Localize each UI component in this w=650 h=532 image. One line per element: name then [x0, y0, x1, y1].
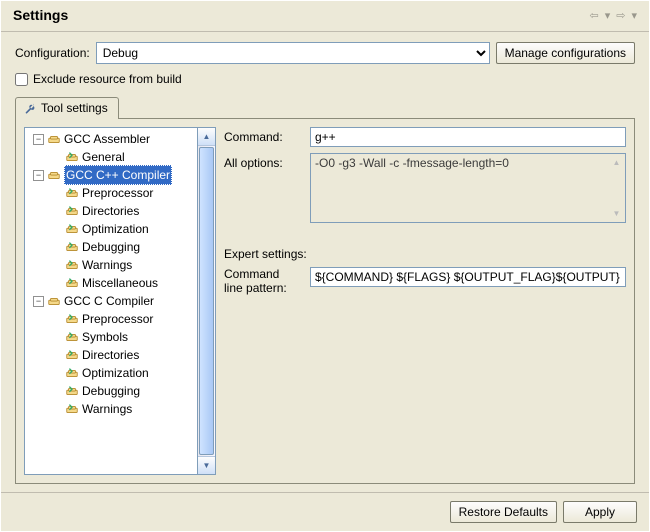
tree-item-label: General	[82, 148, 125, 166]
exclude-row: Exclude resource from build	[15, 72, 635, 86]
tool-tree[interactable]: −GCC AssemblerGeneral−GCC C++ CompilerPr…	[24, 127, 198, 475]
category-icon	[65, 384, 82, 398]
configuration-select[interactable]: Debug	[96, 42, 490, 64]
pattern-row: Command line pattern:	[224, 267, 626, 295]
category-icon	[65, 222, 82, 236]
tree-item[interactable]: Preprocessor	[25, 310, 197, 328]
tab-bar: Tool settings	[15, 96, 635, 118]
tree-item-label: Miscellaneous	[82, 274, 158, 292]
tree-item[interactable]: Preprocessor	[25, 184, 197, 202]
wrench-icon	[22, 101, 36, 115]
tree-item-label: Preprocessor	[82, 184, 153, 202]
exclude-label: Exclude resource from build	[33, 72, 182, 86]
tree-item[interactable]: Optimization	[25, 220, 197, 238]
tree-item[interactable]: General	[25, 148, 197, 166]
all-options-scrollbar: ▲ ▼	[608, 154, 625, 222]
all-options-box: -O0 -g3 -Wall -c -fmessage-length=0 ▲ ▼	[310, 153, 626, 223]
expert-settings-label: Expert settings:	[224, 247, 626, 261]
scroll-down-icon[interactable]: ▼	[198, 456, 215, 474]
tree-item-label: Warnings	[82, 256, 132, 274]
command-input[interactable]	[310, 127, 626, 147]
tree-item-label: GCC C++ Compiler	[64, 165, 172, 185]
editor-column: Command: All options: -O0 -g3 -Wall -c -…	[224, 127, 626, 475]
settings-window: Settings ⇦▾ ⇨▾ Configuration: Debug Mana…	[0, 0, 650, 532]
tree-item[interactable]: Miscellaneous	[25, 274, 197, 292]
category-icon	[65, 330, 82, 344]
footer: Restore Defaults Apply	[1, 492, 649, 531]
apply-button[interactable]: Apply	[563, 501, 637, 523]
tree-item-label: Preprocessor	[82, 310, 153, 328]
tree-item[interactable]: Debugging	[25, 238, 197, 256]
tree-item-label: Debugging	[82, 382, 140, 400]
forward-icon[interactable]: ⇨	[616, 9, 625, 22]
category-icon	[65, 276, 82, 290]
manage-configurations-button[interactable]: Manage configurations	[496, 42, 635, 64]
tree-item-label: Optimization	[82, 220, 149, 238]
all-options-label: All options:	[224, 153, 304, 170]
command-row: Command:	[224, 127, 626, 147]
tree-item[interactable]: − GCC C++ Compiler	[25, 166, 197, 184]
category-icon	[65, 150, 82, 164]
all-options-value: -O0 -g3 -Wall -c -fmessage-length=0	[315, 156, 509, 170]
category-icon	[65, 348, 82, 362]
scroll-thumb[interactable]	[199, 147, 214, 455]
collapse-icon[interactable]: −	[33, 296, 44, 307]
tree-item[interactable]: Warnings	[25, 400, 197, 418]
tree-item[interactable]: Warnings	[25, 256, 197, 274]
tree-item[interactable]: Debugging	[25, 382, 197, 400]
tool-icon	[47, 132, 64, 146]
collapse-icon[interactable]: −	[33, 134, 44, 145]
scroll-up-icon[interactable]: ▲	[198, 128, 215, 146]
scroll-down-icon: ▼	[608, 205, 625, 222]
tab-label: Tool settings	[41, 101, 108, 115]
command-label: Command:	[224, 127, 304, 144]
tree-item[interactable]: Directories	[25, 202, 197, 220]
category-icon	[65, 402, 82, 416]
tree-item-label: Symbols	[82, 328, 128, 346]
nav-arrows: ⇦▾ ⇨▾	[590, 9, 638, 22]
tree-item[interactable]: − GCC Assembler	[25, 130, 197, 148]
tree-item-label: GCC C Compiler	[64, 292, 154, 310]
content: Configuration: Debug Manage configuratio…	[1, 32, 649, 492]
tree-item-label: Optimization	[82, 364, 149, 382]
scroll-up-icon: ▲	[608, 154, 625, 171]
tree-item[interactable]: Optimization	[25, 364, 197, 382]
tree-column: −GCC AssemblerGeneral−GCC C++ CompilerPr…	[24, 127, 216, 475]
tool-settings-panel: −GCC AssemblerGeneral−GCC C++ CompilerPr…	[15, 118, 635, 484]
tree-item[interactable]: Directories	[25, 346, 197, 364]
configuration-label: Configuration:	[15, 46, 90, 60]
tree-scrollbar[interactable]: ▲ ▼	[198, 127, 216, 475]
tree-item-label: Warnings	[82, 400, 132, 418]
category-icon	[65, 366, 82, 380]
tab-tool-settings[interactable]: Tool settings	[15, 97, 119, 119]
category-icon	[65, 240, 82, 254]
tree-item[interactable]: Symbols	[25, 328, 197, 346]
collapse-icon[interactable]: −	[33, 170, 44, 181]
tree-item[interactable]: − GCC C Compiler	[25, 292, 197, 310]
tool-icon	[47, 168, 64, 182]
page-title: Settings	[13, 7, 590, 23]
tree-item-label: Debugging	[82, 238, 140, 256]
tool-icon	[47, 294, 64, 308]
configuration-row: Configuration: Debug Manage configuratio…	[15, 42, 635, 64]
pattern-input[interactable]	[310, 267, 626, 287]
titlebar: Settings ⇦▾ ⇨▾	[1, 1, 649, 29]
category-icon	[65, 204, 82, 218]
category-icon	[65, 312, 82, 326]
tree-item-label: GCC Assembler	[64, 130, 150, 148]
restore-defaults-button[interactable]: Restore Defaults	[450, 501, 557, 523]
back-icon[interactable]: ⇦	[590, 9, 599, 22]
pattern-label: Command line pattern:	[224, 267, 304, 295]
tree-item-label: Directories	[82, 202, 139, 220]
category-icon	[65, 258, 82, 272]
category-icon	[65, 186, 82, 200]
all-options-row: All options: -O0 -g3 -Wall -c -fmessage-…	[224, 153, 626, 223]
exclude-checkbox[interactable]	[15, 73, 28, 86]
tree-item-label: Directories	[82, 346, 139, 364]
